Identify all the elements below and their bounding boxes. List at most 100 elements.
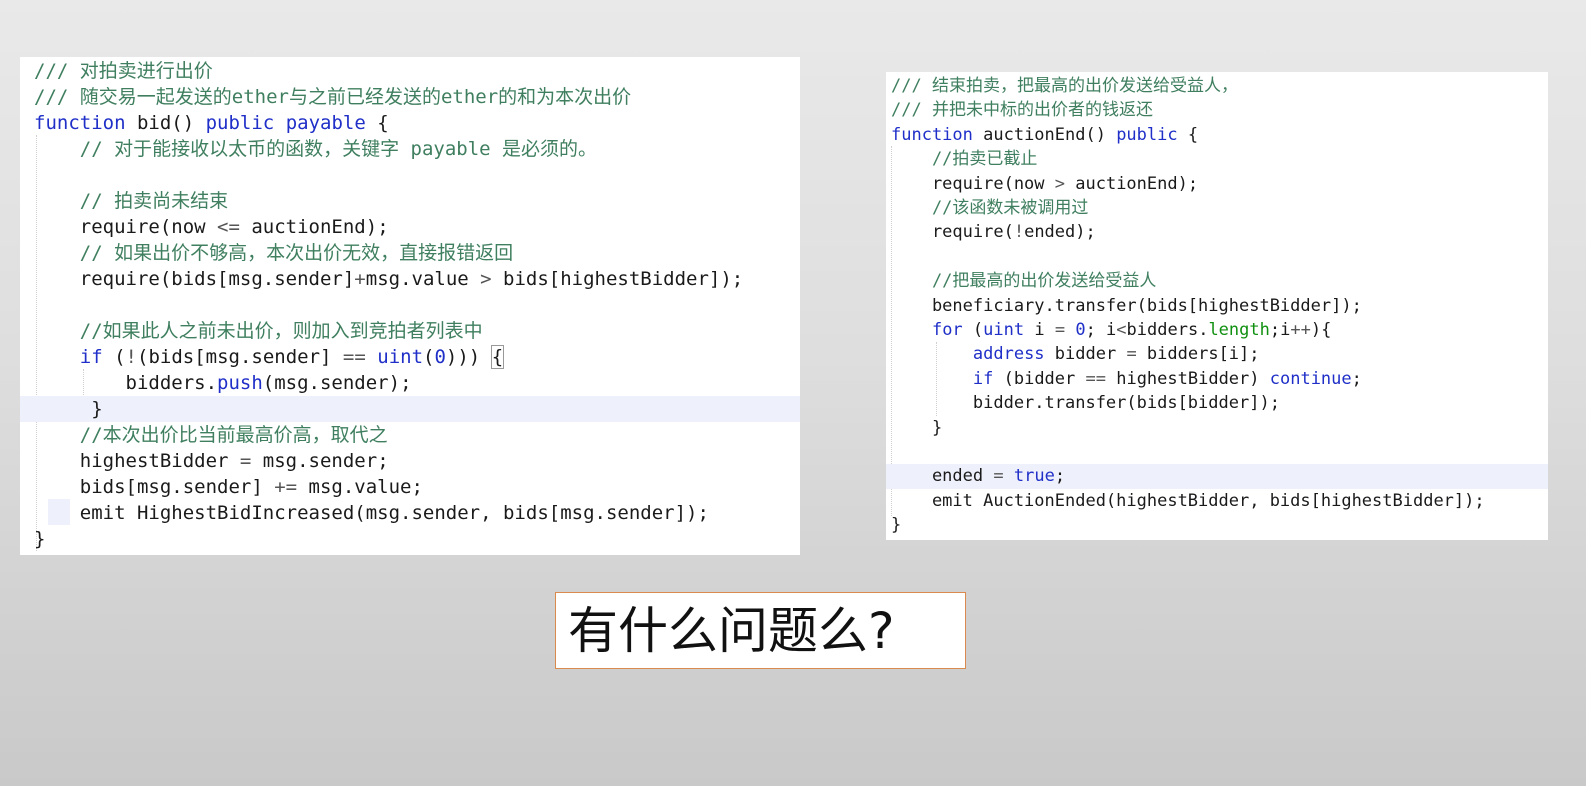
code-token: > <box>1054 173 1066 194</box>
code-token: ! <box>125 346 137 368</box>
code-token: ( <box>962 320 984 340</box>
code-token: //本次出价比当前最高价高，取代之 <box>34 424 388 446</box>
code-line: highestBidder = msg.sender; <box>34 448 800 474</box>
code-token: //该函数未被调用过 <box>891 198 1089 218</box>
code-line: emit HighestBidIncreased(msg.sender, bid… <box>34 500 800 526</box>
code-token: } <box>891 515 902 536</box>
code-token: ; i <box>1085 320 1117 340</box>
code-line: emit AuctionEnded(highestBidder, bids[hi… <box>891 489 1548 513</box>
code-token: msg.value; <box>297 476 423 498</box>
code-token: auctionEnd); <box>239 216 389 238</box>
code-token: payable <box>285 112 366 134</box>
code-token: bidders. <box>1126 320 1209 340</box>
code-token: public <box>205 112 275 134</box>
code-token: push <box>217 372 263 394</box>
code-token: emit HighestBidIncreased(msg.sender, bid… <box>34 502 709 524</box>
code-token: msg.value <box>365 268 481 290</box>
code-token: + <box>354 268 366 290</box>
code-token: //拍卖已截止 <box>891 149 1038 170</box>
code-line: /// 随交易一起发送的ether与之前已经发送的ether的和为本次出价 <box>34 84 800 110</box>
code-line: require(now <= auctionEnd); <box>34 214 800 240</box>
code-token: true <box>1013 466 1055 487</box>
code-token: 0 <box>434 346 446 368</box>
code-token: function <box>891 124 973 145</box>
code-token: // 拍卖尚未结束 <box>34 190 229 212</box>
code-line: //把最高的出价发送给受益人 <box>891 269 1548 293</box>
code-line: if (bidder == highestBidder) continue; <box>891 367 1548 391</box>
code-token: ){ <box>1310 320 1332 340</box>
code-token: // 对于能接收以太币的函数，关键字 payable 是必须的。 <box>34 138 598 160</box>
code-token: i <box>1024 320 1055 340</box>
code-token: 0 <box>1075 320 1086 340</box>
code-line: address bidder = bidders[i]; <box>891 342 1548 366</box>
code-token: ended); <box>1024 222 1096 243</box>
code-token: <= <box>217 216 240 238</box>
code-line: // 对于能接收以太币的函数，关键字 payable 是必须的。 <box>34 136 800 162</box>
question-caption: 有什么问题么? <box>555 592 966 669</box>
code-token: address <box>972 344 1045 365</box>
code-token: = <box>1054 320 1066 340</box>
code-line: if (!(bids[msg.sender] == uint(0))) { <box>34 344 800 370</box>
code-token: ended <box>891 466 994 487</box>
code-line: beneficiary.transfer(bids[highestBidder]… <box>891 294 1548 318</box>
code-line: ended = true; <box>886 464 1548 489</box>
code-line: //拍卖已截止 <box>891 147 1548 171</box>
code-line: for (uint i = 0; i<bidders.length;i++){ <box>891 318 1548 342</box>
code-token: bids[msg.sender] <box>34 476 275 498</box>
code-line: } <box>20 396 800 422</box>
code-token: bidders[i]; <box>1136 344 1260 365</box>
code-token: /// 结束拍卖，把最高的出价发送给受益人， <box>891 76 1238 96</box>
code-token: = <box>239 450 252 472</box>
code-token: } <box>34 528 46 550</box>
code-line: } <box>891 416 1548 440</box>
code-token: auctionEnd); <box>1065 173 1199 194</box>
code-line: require(!ended); <box>891 220 1548 244</box>
code-token: highestBidder <box>34 450 240 472</box>
code-token: ; <box>1054 466 1066 487</box>
code-line: //该函数未被调用过 <box>891 196 1548 220</box>
code-token: bidders. <box>34 372 218 394</box>
code-token: require(now <box>34 216 218 238</box>
code-token: /// 并把未中标的出价者的钱返还 <box>891 100 1153 121</box>
code-line: /// 对拍卖进行出价 <box>34 58 800 84</box>
code-line: require(now > auctionEnd); <box>891 172 1548 196</box>
code-token: uint <box>377 346 424 368</box>
code-line: bids[msg.sender] += msg.value; <box>34 474 800 500</box>
code-token: public <box>1116 124 1178 145</box>
code-token: bids[highestBidder]); <box>491 268 744 290</box>
code-token: // 如果出价不够高，本次出价无效，直接报错返回 <box>34 242 514 264</box>
code-token: //把最高的出价发送给受益人 <box>891 271 1157 292</box>
code-token: += <box>274 476 298 498</box>
code-token: { <box>1177 124 1199 145</box>
code-token: /// 随交易一起发送的ether与之前已经发送的ether的和为本次出价 <box>34 86 632 108</box>
code-token: ; <box>1351 368 1362 389</box>
code-line: } <box>891 513 1548 537</box>
code-token: beneficiary.transfer(bids[highestBidder]… <box>891 295 1362 316</box>
code-line: } <box>34 526 800 552</box>
code-line: //本次出价比当前最高价高，取代之 <box>34 422 800 448</box>
code-token: = <box>1126 344 1137 365</box>
code-token: if <box>79 346 103 368</box>
code-token: (msg.sender); <box>262 372 412 394</box>
code-token: } <box>34 398 103 420</box>
code-line: bidders.push(msg.sender); <box>34 370 800 396</box>
code-token: ))) <box>445 346 492 368</box>
code-token: length <box>1208 320 1270 340</box>
bid-function-code-panel: /// 对拍卖进行出价 /// 随交易一起发送的ether与之前已经发送的eth… <box>20 57 800 555</box>
code-line: function bid() public payable { <box>34 110 800 136</box>
code-token: bidder <box>1044 344 1127 365</box>
code-line: // 拍卖尚未结束 <box>34 188 800 214</box>
code-token: require( <box>891 222 1014 243</box>
code-token: (bidder <box>993 368 1086 389</box>
code-token: } <box>891 417 943 438</box>
code-token: bidder.transfer(bids[bidder]); <box>891 393 1280 414</box>
